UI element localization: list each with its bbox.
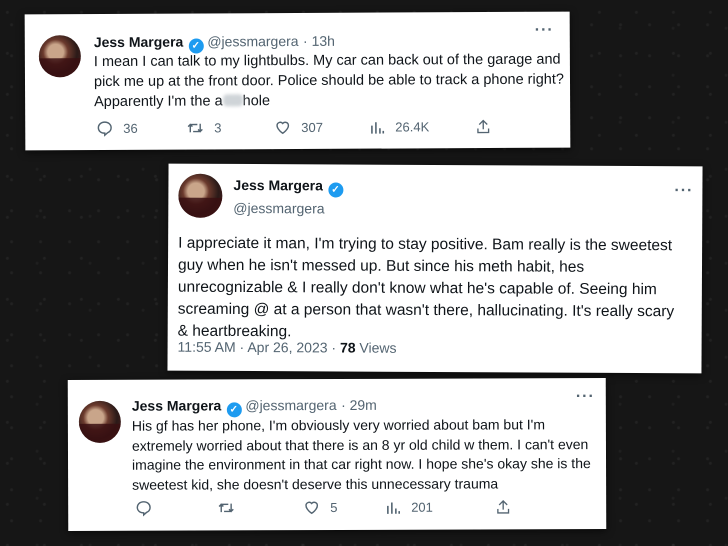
share-button[interactable] [475,118,501,135]
more-options-icon[interactable]: ··· [535,22,554,40]
verified-badge-icon: ✓ [226,402,242,418]
reply-icon [97,121,112,137]
tweet-card-2[interactable]: Jess Margera ✓ @jessmargera ··· I appreci… [167,163,703,374]
tweet-card-1[interactable]: Jess Margera ✓ @jessmargera · 13h ··· I me… [24,11,571,151]
tweet-text-line: His gf has her phone, I'm obviously very… [131,416,546,434]
reply-button[interactable] [135,499,217,517]
views-count: 26.4K [395,119,430,135]
avatar[interactable] [38,35,81,78]
more-options-icon[interactable]: ··· [674,182,693,200]
tweet-text-line: extremely worried about that there is an… [131,435,589,454]
tweet-time[interactable]: · 29m [341,397,377,413]
like-button[interactable]: 307 [274,119,369,136]
verified-badge-icon: ✓ [327,182,343,198]
reply-count: 36 [123,120,138,136]
tweet-meta: 11:55 AM · Apr 26, 2023 · 78 Views [178,339,397,356]
tweet-text-segment: Apparently I'm the a [94,93,223,111]
tweet-text-line: pick me up at the front door. Police sho… [93,71,564,91]
share-icon [477,119,490,134]
tweet-text-line: guy when he isn't messed up. But since h… [177,256,585,276]
more-options-icon[interactable]: ··· [576,388,595,406]
heart-icon [276,121,290,135]
like-count: 5 [330,499,338,516]
tweet-text-line: I appreciate it man, I'm trying to stay … [178,234,673,255]
like-count: 307 [301,119,323,135]
tweet-text-line: imagine the environment in that car righ… [132,455,591,473]
retweet-count: 3 [214,120,222,136]
tweet-text-line: sweetest kid, she doesn't deserve this u… [132,474,499,493]
retweet-icon [187,123,203,133]
avatar[interactable] [178,173,223,218]
views-chart-icon [371,121,385,134]
tweet-actions: 36 3 307 26.4K [96,118,501,137]
censor-blur [222,94,243,107]
author-name[interactable]: Jess Margera [233,177,323,193]
retweet-button[interactable]: 3 [186,119,274,136]
views-button[interactable]: 201 [385,499,495,515]
reply-icon [136,501,151,517]
tweet-timestamp[interactable]: 11:55 AM · Apr 26, 2023 · [178,339,340,356]
tweet-text: His gf has her phone, I'm obviously very… [132,415,600,495]
like-button[interactable]: 5 [303,499,385,516]
share-button[interactable] [495,498,521,515]
tweet-text-line: unrecognizable & I really don't know wha… [177,278,657,299]
reply-button[interactable]: 36 [96,120,186,137]
retweet-icon [218,503,234,513]
retweet-button[interactable] [217,499,303,516]
author-name[interactable]: Jess Margera [132,397,222,413]
views-count: 201 [411,499,433,515]
share-icon [497,499,510,514]
tweet-text-line: Apparently I'm the a hole [94,90,564,112]
views-label: Views [355,339,397,356]
tweet-text: I appreciate it man, I'm trying to stay … [178,233,695,346]
author-handle[interactable]: @jessmargera [233,200,347,217]
author-name[interactable]: Jess Margera [94,34,184,50]
tweet-text-segment: hole [242,93,271,110]
tweet-text-line: screaming @ at a person that wasn't ther… [177,300,675,321]
tweet-header: Jess Margera ✓ @jessmargera · 29m [132,397,377,418]
author-handle[interactable]: @jessmargera [207,33,298,49]
views-button[interactable]: 26.4K [369,119,475,136]
tweet-header: Jess Margera ✓ @jessmargera [233,177,347,217]
views-count: 78 [339,339,356,356]
avatar[interactable] [78,400,121,443]
tweet-actions: 5 201 [135,498,521,517]
tweet-card-3[interactable]: Jess Margera ✓ @jessmargera · 29m ··· His … [67,378,607,531]
heart-icon [305,501,319,515]
views-chart-icon [387,501,401,514]
tweet-time[interactable]: · 13h [303,33,335,49]
tweet-text-line: I mean I can talk to my lightbulbs. My c… [93,51,561,71]
author-handle[interactable]: @jessmargera [245,397,336,413]
tweet-text: I mean I can talk to my lightbulbs. My c… [94,50,564,112]
